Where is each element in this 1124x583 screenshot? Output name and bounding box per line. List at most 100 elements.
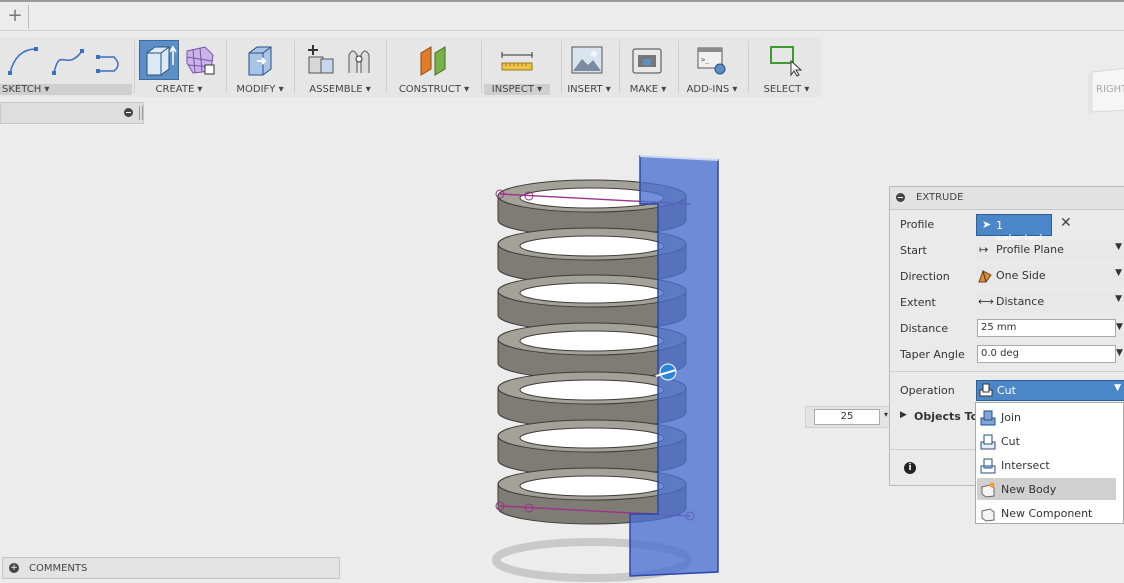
chevron-down-icon[interactable]: ▼ — [1116, 348, 1123, 358]
option-new-component[interactable]: New Component — [977, 502, 1116, 524]
extrude-dialog-header: EXTRUDE — [890, 187, 1124, 210]
expand-triangle-icon[interactable]: ▶ — [900, 410, 907, 420]
3d-print-icon[interactable] — [630, 43, 664, 77]
insert-group: INSERT ▾ — [564, 37, 614, 97]
distance-onscreen-value[interactable]: 25 — [814, 409, 880, 425]
extrude-title: EXTRUDE — [916, 192, 964, 203]
toolbar-divider — [561, 41, 562, 93]
create-group: CREATE ▾ — [137, 37, 221, 97]
intersect-icon — [980, 458, 996, 474]
start-select[interactable]: ↦ Profile Plane ▼ — [976, 240, 1124, 260]
chevron-down-icon[interactable]: ▼ — [1116, 322, 1123, 332]
option-intersect[interactable]: Intersect — [977, 454, 1116, 476]
comments-label: COMMENTS — [29, 563, 88, 574]
profile-plane-icon: ↦ — [979, 243, 989, 256]
info-icon[interactable]: i — [904, 462, 916, 474]
browser-panel — [0, 102, 144, 124]
option-join[interactable]: Join — [977, 406, 1116, 428]
insert-menu[interactable]: INSERT ▾ — [564, 84, 614, 95]
dialog-divider — [890, 371, 1124, 372]
construct-menu[interactable]: CONSTRUCT ▾ — [389, 84, 479, 95]
scripts-addins-icon[interactable]: >_ — [695, 43, 729, 77]
operation-select[interactable]: Cut ▼ — [976, 380, 1124, 401]
direction-label: Direction — [900, 270, 950, 283]
new-tab-button[interactable]: + — [2, 5, 29, 29]
toolbar-divider — [386, 41, 387, 93]
press-pull-icon[interactable] — [243, 43, 277, 77]
profile-selection-button[interactable]: ➤ 1 selected — [976, 214, 1052, 245]
new-component-icon[interactable] — [303, 43, 337, 77]
svg-text:>_: >_ — [701, 56, 710, 64]
direction-select[interactable]: One Side ▼ — [976, 266, 1124, 286]
chevron-down-icon: ▼ — [1114, 383, 1121, 393]
joint-icon[interactable] — [343, 43, 377, 77]
cursor-icon: ➤ — [982, 218, 992, 231]
sketch-group: SKETCH ▾ — [0, 37, 132, 97]
chevron-down-icon: ▼ — [1115, 268, 1122, 278]
panel-grip-icon[interactable] — [139, 106, 143, 120]
inspect-menu[interactable]: INSPECT ▾ — [484, 84, 550, 95]
taper-angle-label: Taper Angle — [900, 348, 965, 361]
profile-label: Profile — [900, 218, 935, 231]
select-group: SELECT ▾ — [751, 37, 822, 97]
distance-extent-icon: ⟷ — [978, 295, 994, 308]
insert-image-icon[interactable] — [570, 43, 604, 77]
measure-icon[interactable] — [500, 43, 534, 77]
assemble-menu[interactable]: ASSEMBLE ▾ — [297, 84, 383, 95]
operation-value: Cut — [997, 384, 1016, 397]
main-toolbar: SKETCH ▾ CREATE ▾ MODIFY ▾ ASSEMBLE ▾ CO… — [0, 37, 822, 97]
viewcube[interactable]: RIGHT — [1088, 66, 1124, 118]
toolbar-divider — [619, 41, 620, 93]
toolbar-divider — [678, 41, 679, 93]
construct-group: CONSTRUCT ▾ — [389, 37, 479, 97]
toolbar-divider — [294, 41, 295, 93]
toolbar-divider — [226, 41, 227, 93]
distance-label: Distance — [900, 322, 949, 335]
start-label: Start — [900, 244, 927, 257]
construction-plane-icon[interactable] — [417, 43, 451, 77]
extent-select[interactable]: ⟷ Distance ▼ — [976, 292, 1124, 312]
operation-label: Operation — [900, 384, 955, 397]
comments-panel[interactable]: + COMMENTS — [2, 557, 340, 579]
clear-selection-icon[interactable]: ✕ — [1060, 215, 1072, 231]
chevron-down-icon[interactable]: ▾ — [884, 410, 888, 419]
tab-divider — [0, 30, 1124, 31]
sketch-tools-icon[interactable] — [6, 43, 126, 77]
collapse-icon[interactable] — [124, 108, 133, 117]
new-component-icon — [981, 508, 995, 522]
inspect-group: INSPECT ▾ — [484, 37, 550, 97]
sketch-menu[interactable]: SKETCH ▾ — [0, 84, 132, 95]
make-menu[interactable]: MAKE ▾ — [622, 84, 674, 95]
document-tab-bar — [0, 0, 1124, 32]
assemble-group: ASSEMBLE ▾ — [297, 37, 383, 97]
form-icon[interactable] — [183, 43, 217, 77]
expand-plus-icon[interactable]: + — [9, 563, 19, 573]
taper-angle-input[interactable]: 0.0 deg — [977, 345, 1116, 363]
toolbar-divider — [748, 41, 749, 93]
chevron-down-icon: ▼ — [1115, 242, 1122, 252]
addins-group: >_ ADD-INS ▾ — [681, 37, 743, 97]
addins-menu[interactable]: ADD-INS ▾ — [681, 84, 743, 95]
extent-value: Distance — [996, 295, 1045, 308]
3d-model-viewport[interactable] — [480, 140, 810, 583]
select-menu[interactable]: SELECT ▾ — [751, 84, 822, 95]
extrude-icon[interactable] — [143, 43, 177, 77]
chevron-down-icon: ▼ — [1115, 294, 1122, 304]
cut-icon — [979, 383, 993, 397]
start-value: Profile Plane — [996, 243, 1064, 256]
toolbar-divider — [481, 41, 482, 93]
modify-group: MODIFY ▾ — [229, 37, 291, 97]
direction-value: One Side — [996, 269, 1046, 282]
option-cut[interactable]: Cut — [977, 430, 1116, 452]
option-new-body[interactable]: New Body — [977, 478, 1116, 500]
make-group: MAKE ▾ — [622, 37, 674, 97]
distance-input[interactable]: 25 mm — [977, 319, 1116, 337]
select-icon[interactable] — [769, 43, 803, 77]
distance-onscreen-input[interactable]: 25 ▾ — [805, 406, 893, 428]
toolbar-divider — [134, 41, 135, 93]
create-menu[interactable]: CREATE ▾ — [137, 84, 221, 95]
collapse-dialog-icon[interactable] — [896, 193, 905, 202]
modify-menu[interactable]: MODIFY ▾ — [229, 84, 291, 95]
new-body-icon — [981, 482, 995, 498]
join-icon — [980, 410, 996, 426]
